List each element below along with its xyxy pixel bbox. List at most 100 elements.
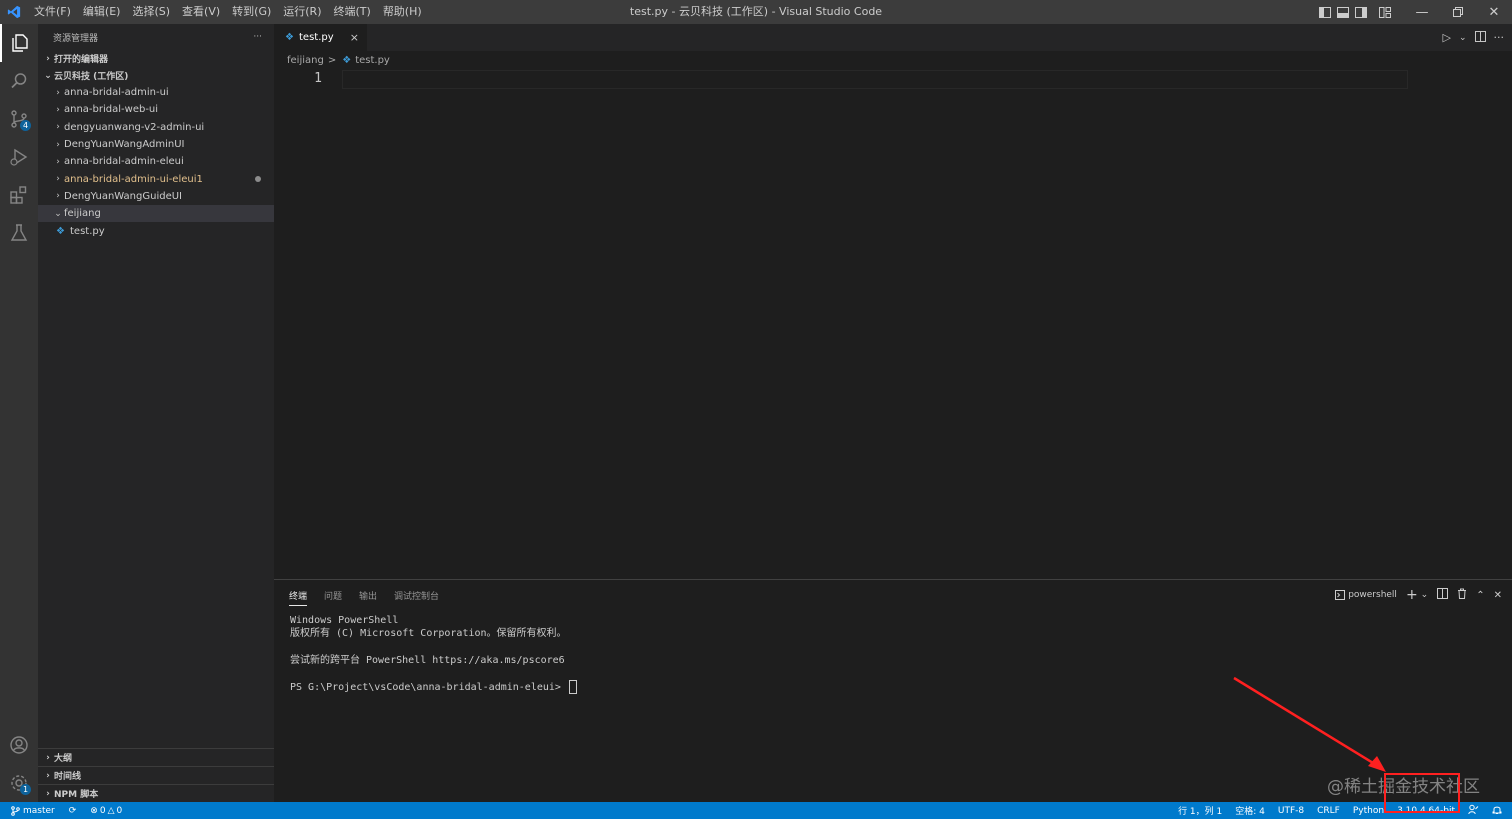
folder-dengyuanwang-v2-admin-ui[interactable]: › dengyuanwang-v2-admin-ui: [38, 119, 274, 136]
folder-dengyuanwangguideui[interactable]: › DengYuanWangGuideUI: [38, 188, 274, 205]
close-panel-icon[interactable]: ✕: [1494, 590, 1502, 601]
terminal-line: 尝试新的跨平台 PowerShell https://aka.ms/pscore…: [290, 654, 565, 666]
close-tab-icon[interactable]: ×: [350, 31, 359, 44]
chevron-down-icon: ⌄: [54, 208, 62, 219]
terminal-cursor: [568, 680, 577, 695]
testing-icon[interactable]: [0, 214, 38, 252]
activity-bar: 4 1: [0, 24, 38, 802]
terminal-dropdown-chevron-icon[interactable]: ⌄: [1421, 590, 1429, 600]
folder-label: feijiang: [64, 208, 101, 220]
settings-gear-icon[interactable]: 1: [0, 764, 38, 802]
explorer-title: 资源管理器: [53, 33, 99, 44]
menu-help[interactable]: 帮助(H): [377, 0, 428, 24]
menu-run[interactable]: 运行(R): [277, 0, 327, 24]
tab-problems[interactable]: 问题: [324, 589, 342, 606]
indentation[interactable]: 空格: 4: [1235, 804, 1265, 817]
breadcrumb-folder[interactable]: feijiang: [287, 55, 324, 66]
outline-section[interactable]: › 大纲: [38, 748, 274, 766]
menu-edit[interactable]: 编辑(E): [77, 0, 127, 24]
customize-layout-icon[interactable]: [1376, 0, 1394, 24]
file-test-py[interactable]: ❖ test.py: [38, 222, 274, 239]
outline-label: 大纲: [54, 754, 73, 764]
status-bar: master ⟳ ⊗ 0 △ 0 行 1，列 1 空格: 4 UTF-8 CRL…: [0, 802, 1512, 819]
terminal-icon: [1335, 590, 1346, 600]
vscode-logo-icon: [0, 0, 28, 24]
folder-anna-bridal-web-ui[interactable]: › anna-bridal-web-ui: [38, 101, 274, 118]
split-terminal-icon[interactable]: [1437, 588, 1449, 602]
chevron-right-icon: ›: [56, 156, 60, 167]
timeline-section[interactable]: › 时间线: [38, 766, 274, 784]
kill-terminal-trash-icon[interactable]: [1457, 588, 1467, 602]
editor-text-area[interactable]: [342, 70, 1408, 89]
warning-icon: △: [107, 805, 115, 816]
tab-debug-console[interactable]: 调试控制台: [394, 589, 439, 606]
annotation-highlight-box: [1384, 773, 1460, 813]
split-editor-icon[interactable]: [1474, 30, 1486, 45]
extensions-icon[interactable]: [0, 176, 38, 214]
chevron-right-icon: ›: [56, 122, 60, 133]
editor-tabs: ❖ test.py × ▷ ⌄ ···: [274, 24, 1512, 51]
account-icon[interactable]: [0, 726, 38, 764]
maximize-panel-chevron-up-icon[interactable]: ⌃: [1476, 590, 1484, 601]
folder-label: anna-bridal-admin-ui: [64, 87, 169, 99]
folder-label: anna-bridal-admin-eleui: [64, 156, 184, 168]
run-debug-icon[interactable]: [0, 138, 38, 176]
chevron-right-icon: ›: [56, 87, 60, 98]
new-terminal-plus-icon[interactable]: +: [1406, 587, 1418, 603]
folder-anna-bridal-admin-ui-eleui1[interactable]: › anna-bridal-admin-ui-eleui1: [38, 170, 274, 187]
terminal-shell-selector[interactable]: powershell: [1335, 590, 1397, 600]
toggle-secondary-sidebar-icon[interactable]: [1352, 0, 1370, 24]
restore-icon[interactable]: [1440, 0, 1476, 24]
cursor-position[interactable]: 行 1，列 1: [1178, 804, 1222, 817]
encoding[interactable]: UTF-8: [1278, 806, 1304, 816]
python-file-icon: ❖: [56, 225, 65, 237]
menu-terminal[interactable]: 终端(T): [328, 0, 377, 24]
toggle-sidebar-icon[interactable]: [1316, 0, 1334, 24]
run-dropdown-chevron-icon[interactable]: ⌄: [1459, 33, 1467, 43]
npm-scripts-section[interactable]: › NPM 脚本: [38, 784, 274, 802]
end-of-line[interactable]: CRLF: [1317, 806, 1340, 816]
folder-anna-bridal-admin-eleui[interactable]: › anna-bridal-admin-eleui: [38, 153, 274, 170]
menu-go[interactable]: 转到(G): [226, 0, 277, 24]
tab-terminal[interactable]: 终端: [289, 589, 308, 606]
chevron-right-icon: ›: [56, 139, 60, 150]
error-count: 0: [99, 805, 106, 816]
breadcrumb: feijiang > ❖ test.py: [287, 52, 390, 68]
workspace-section[interactable]: ⌄ 云贝科技 (工作区): [38, 67, 274, 84]
search-icon[interactable]: [0, 62, 38, 100]
npm-scripts-label: NPM 脚本: [54, 790, 99, 800]
python-file-icon: ❖: [342, 54, 352, 66]
language-mode[interactable]: Python: [1353, 806, 1384, 816]
branch-indicator[interactable]: master: [11, 806, 55, 816]
sync-icon[interactable]: ⟳: [69, 806, 77, 816]
tab-test-py[interactable]: ❖ test.py ×: [274, 24, 367, 51]
feedback-icon[interactable]: [1468, 804, 1479, 818]
folder-anna-bridal-admin-ui[interactable]: › anna-bridal-admin-ui: [38, 84, 274, 101]
notifications-bell-icon[interactable]: [1492, 804, 1502, 818]
breadcrumb-file[interactable]: test.py: [355, 55, 390, 66]
chevron-right-icon: ›: [46, 788, 50, 799]
folder-dengyuanwangadminui[interactable]: › DengYuanWangAdminUI: [38, 136, 274, 153]
editor-scrollbar[interactable]: [1498, 51, 1512, 579]
explorer-more-actions-icon[interactable]: ···: [253, 32, 262, 42]
git-branch-icon: [11, 805, 20, 816]
menu-selection[interactable]: 选择(S): [126, 0, 176, 24]
folder-feijiang[interactable]: ⌄ feijiang: [38, 205, 274, 223]
minimize-icon[interactable]: —: [1404, 0, 1440, 24]
explorer-icon[interactable]: [0, 24, 38, 62]
folder-label: DengYuanWangGuideUI: [64, 190, 182, 202]
run-python-file-icon[interactable]: ▷: [1442, 31, 1450, 44]
menu-file[interactable]: 文件(F): [28, 0, 77, 24]
open-editors-section[interactable]: › 打开的编辑器: [38, 50, 274, 67]
editor-more-actions-icon[interactable]: ···: [1494, 31, 1505, 44]
menu-view[interactable]: 查看(V): [176, 0, 226, 24]
terminal-output[interactable]: Windows PowerShell 版权所有 (C) Microsoft Cor…: [290, 614, 577, 695]
settings-badge: 1: [20, 784, 31, 795]
close-window-icon[interactable]: ✕: [1476, 0, 1512, 24]
source-control-icon[interactable]: 4: [0, 100, 38, 138]
toggle-panel-icon[interactable]: [1334, 0, 1352, 24]
problems-indicator[interactable]: ⊗ 0 △ 0: [90, 806, 122, 816]
tab-output[interactable]: 输出: [359, 589, 377, 606]
explorer-sidebar: 资源管理器 ··· › 打开的编辑器 ⌄ 云贝科技 (工作区) › anna-br…: [38, 24, 274, 802]
